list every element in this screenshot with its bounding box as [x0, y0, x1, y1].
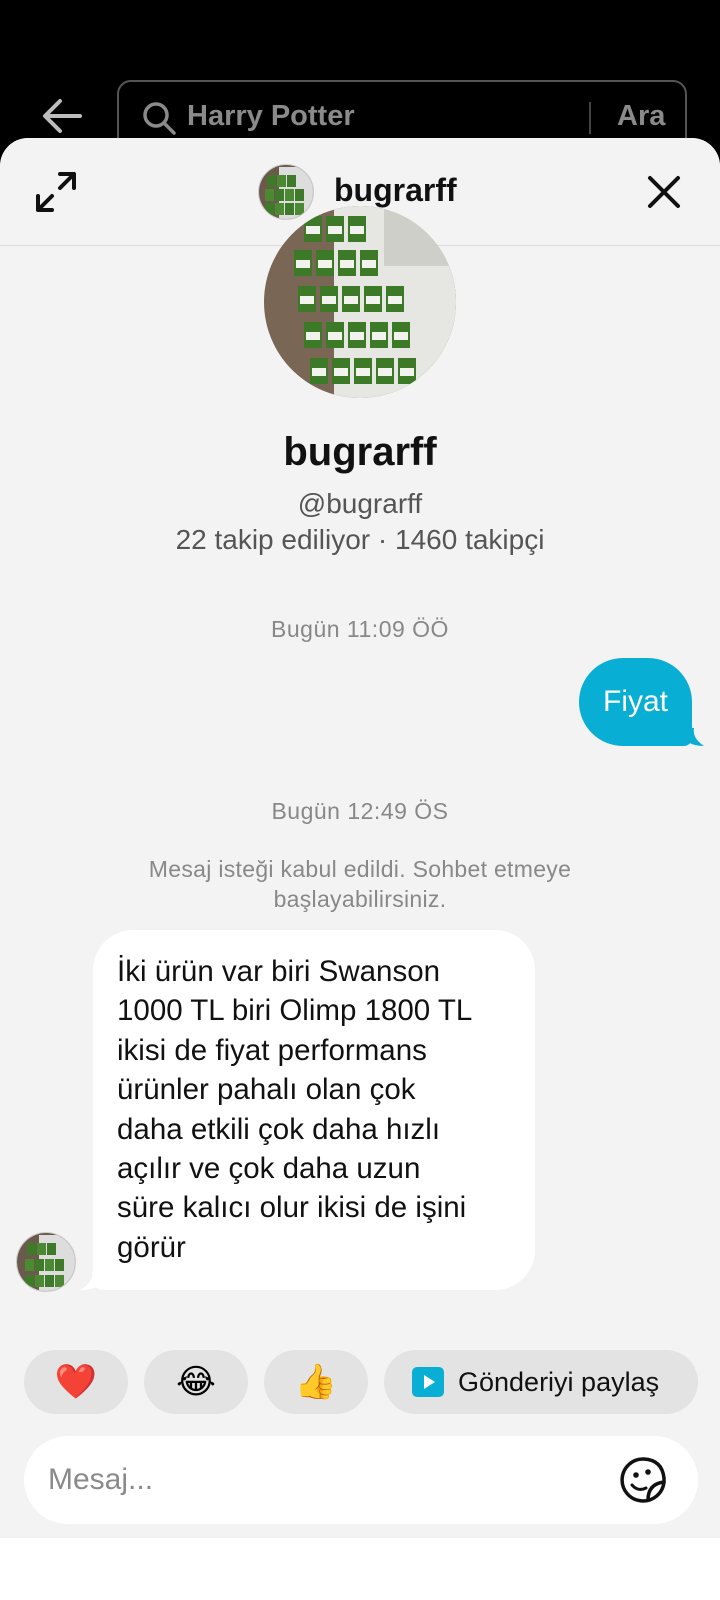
message-line: süre kalıcı olur ikisi de işini [117, 1191, 467, 1225]
message-line: 1000 TL biri Olimp 1800 TL [117, 994, 473, 1028]
profile-handle: @bugrarff [297, 488, 423, 519]
arrow-left-icon [43, 99, 82, 133]
back-button[interactable] [38, 92, 86, 140]
message-timestamp: Bugün 11:09 ÖÖ [271, 616, 449, 642]
message-line: İki ürün var biri Swanson [117, 955, 441, 988]
react-laugh-button[interactable]: 😂 [144, 1350, 248, 1414]
share-post-label: Gönderiyi paylaş [458, 1366, 660, 1397]
expand-icon [36, 172, 76, 212]
message-line: ürünler pahalı olan çok [117, 1073, 416, 1107]
sender-avatar[interactable] [16, 1232, 76, 1292]
system-message: Mesaj isteği kabul edildi. Sohbet etmeye… [148, 856, 572, 912]
message-input[interactable] [48, 1436, 608, 1524]
message-line: açılır ve çok daha uzun [117, 1152, 421, 1186]
message-timestamp: Bugün 12:49 ÖS [271, 798, 449, 824]
expand-button[interactable] [30, 166, 82, 218]
outgoing-message[interactable]: Fiyat [579, 658, 693, 746]
sticker-button[interactable] [618, 1454, 670, 1506]
laughing-face-icon: 😂 [176, 1363, 216, 1401]
message-composer [24, 1436, 698, 1524]
avatar-image [264, 206, 456, 398]
react-heart-button[interactable]: ❤️ [24, 1350, 128, 1414]
play-icon [412, 1367, 444, 1397]
top-search-bar: Harry Potter Ara [0, 0, 720, 160]
bubble-tail [684, 728, 704, 746]
avatar-image [17, 1233, 75, 1291]
quick-reactions: ❤️ 😂 👍 Gönderiyi paylaş [0, 1350, 720, 1414]
search-divider [589, 102, 591, 134]
message-line: daha etkili çok daha hızlı [117, 1112, 441, 1146]
react-thumbs-up-button[interactable]: 👍 [264, 1350, 368, 1414]
sticker-icon [620, 1457, 666, 1503]
avatar-image [259, 165, 313, 219]
thumbs-up-icon: 👍 [294, 1363, 338, 1401]
header-username[interactable]: bugrarff [334, 172, 457, 209]
search-icon [143, 102, 176, 135]
share-post-button[interactable]: Gönderiyi paylaş [384, 1350, 698, 1414]
message-line: ikisi de fiyat performans [117, 1033, 427, 1067]
bottom-area [0, 1538, 720, 1600]
incoming-message[interactable]: İki ürün var biri Swanson 1000 TL biri O… [93, 930, 535, 1290]
profile-name: bugrarff [283, 430, 437, 474]
close-button[interactable] [640, 168, 688, 216]
close-icon [648, 176, 680, 208]
profile-stats: 22 takip ediliyor · 1460 takipçi [175, 524, 545, 555]
message-line: görür [117, 1230, 186, 1264]
search-button[interactable]: Ara [617, 100, 665, 133]
search-query[interactable]: Harry Potter [187, 100, 355, 133]
heart-icon: ❤️ [54, 1363, 98, 1401]
chat-sheet: bugrarff bugrarff @bugrarff 22 takip edi… [0, 138, 720, 1600]
profile-avatar[interactable] [264, 206, 456, 398]
header-avatar[interactable] [258, 164, 314, 220]
